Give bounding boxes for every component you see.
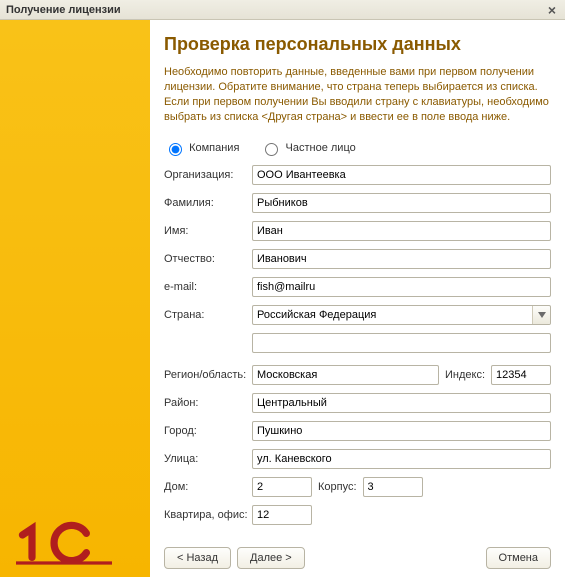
radio-company-label: Компания bbox=[189, 142, 239, 154]
radio-private-label: Частное лицо bbox=[286, 142, 356, 154]
street-input[interactable] bbox=[252, 449, 551, 469]
index-input[interactable] bbox=[491, 365, 551, 385]
sidebar bbox=[0, 20, 150, 577]
region-input[interactable] bbox=[252, 365, 439, 385]
radio-private-input[interactable] bbox=[265, 143, 278, 156]
label-organization: Организация: bbox=[164, 169, 252, 181]
intro-text: Необходимо повторить данные, введенные в… bbox=[164, 65, 551, 124]
cancel-button[interactable]: Отмена bbox=[486, 547, 551, 569]
label-lastname: Фамилия: bbox=[164, 197, 252, 209]
label-apartment: Квартира, офис: bbox=[164, 509, 252, 521]
label-house: Дом: bbox=[164, 481, 252, 493]
apartment-input[interactable] bbox=[252, 505, 312, 525]
next-button[interactable]: Далее > bbox=[237, 547, 305, 569]
window-title: Получение лицензии bbox=[6, 4, 121, 16]
radio-company[interactable]: Компания bbox=[164, 142, 242, 154]
page-title: Проверка персональных данных bbox=[164, 34, 551, 55]
label-index: Индекс: bbox=[445, 369, 485, 381]
lastname-input[interactable] bbox=[252, 193, 551, 213]
wizard-footer: < Назад Далее > Отмена bbox=[164, 537, 551, 569]
radio-private[interactable]: Частное лицо bbox=[260, 142, 355, 154]
label-city: Город: bbox=[164, 425, 252, 437]
country-other-input[interactable] bbox=[252, 333, 551, 353]
house-input[interactable] bbox=[252, 477, 312, 497]
label-country: Страна: bbox=[164, 309, 252, 321]
label-email: e-mail: bbox=[164, 281, 252, 293]
label-district: Район: bbox=[164, 397, 252, 409]
back-button[interactable]: < Назад bbox=[164, 547, 231, 569]
label-region: Регион/область: bbox=[164, 369, 252, 381]
firstname-input[interactable] bbox=[252, 221, 551, 241]
patronymic-input[interactable] bbox=[252, 249, 551, 269]
building-input[interactable] bbox=[363, 477, 423, 497]
label-building: Корпус: bbox=[318, 481, 357, 493]
label-firstname: Имя: bbox=[164, 225, 252, 237]
label-street: Улица: bbox=[164, 453, 252, 465]
organization-input[interactable] bbox=[252, 165, 551, 185]
radio-company-input[interactable] bbox=[169, 143, 182, 156]
country-select[interactable] bbox=[252, 305, 551, 325]
titlebar: Получение лицензии × bbox=[0, 0, 565, 20]
entity-type-radios: Компания Частное лицо bbox=[164, 136, 551, 164]
close-icon[interactable]: × bbox=[543, 2, 561, 18]
district-input[interactable] bbox=[252, 393, 551, 413]
city-input[interactable] bbox=[252, 421, 551, 441]
logo-1c bbox=[14, 519, 114, 567]
label-patronymic: Отчество: bbox=[164, 253, 252, 265]
email-input[interactable] bbox=[252, 277, 551, 297]
